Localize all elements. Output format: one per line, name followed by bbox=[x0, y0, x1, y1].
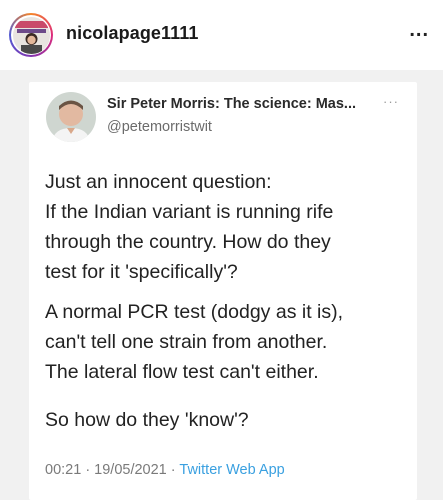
instagram-post: nicolapage1111 ... Sir Peter Morris: The… bbox=[0, 0, 443, 500]
tweet-line: If the Indian variant is running rife bbox=[45, 201, 334, 223]
tweet-screenshot bbox=[29, 82, 417, 500]
tweet-line: test for it 'specifically'? bbox=[45, 261, 238, 283]
tweet-line: The lateral flow test can't either. bbox=[45, 361, 319, 383]
tweet-more-icon: ··· bbox=[383, 94, 399, 109]
tweet-line: So how do they 'know'? bbox=[45, 409, 249, 431]
profile-avatar[interactable] bbox=[9, 13, 53, 57]
tweet-paragraph: A normal PCR test (dodgy as it is), can'… bbox=[45, 297, 343, 387]
tweet-line: A normal PCR test (dodgy as it is), bbox=[45, 301, 344, 323]
post-header: nicolapage1111 ... bbox=[0, 0, 443, 70]
tweet-display-name: Sir Peter Morris: The science: Mas... bbox=[107, 96, 357, 112]
tweet-handle: @petemorristwit bbox=[107, 119, 212, 135]
tweet-meta: 00:21 · 19/05/2021 · Twitter Web App bbox=[45, 462, 285, 478]
tweet-avatar bbox=[46, 92, 96, 142]
tweet-line: through the country. How do they bbox=[45, 231, 331, 253]
username[interactable]: nicolapage1111 bbox=[66, 23, 199, 44]
tweet-paragraph: Just an innocent question: If the Indian… bbox=[45, 167, 333, 287]
more-options-icon[interactable]: ... bbox=[409, 20, 429, 40]
tweet-line: Just an innocent question: bbox=[45, 171, 272, 193]
tweet-paragraph: So how do they 'know'? bbox=[45, 405, 249, 435]
avatar-image bbox=[12, 16, 50, 54]
tweet-timestamp: 00:21 · 19/05/2021 · bbox=[45, 462, 176, 478]
tweet-source: Twitter Web App bbox=[179, 462, 285, 478]
tweet-line: can't tell one strain from another. bbox=[45, 331, 328, 353]
